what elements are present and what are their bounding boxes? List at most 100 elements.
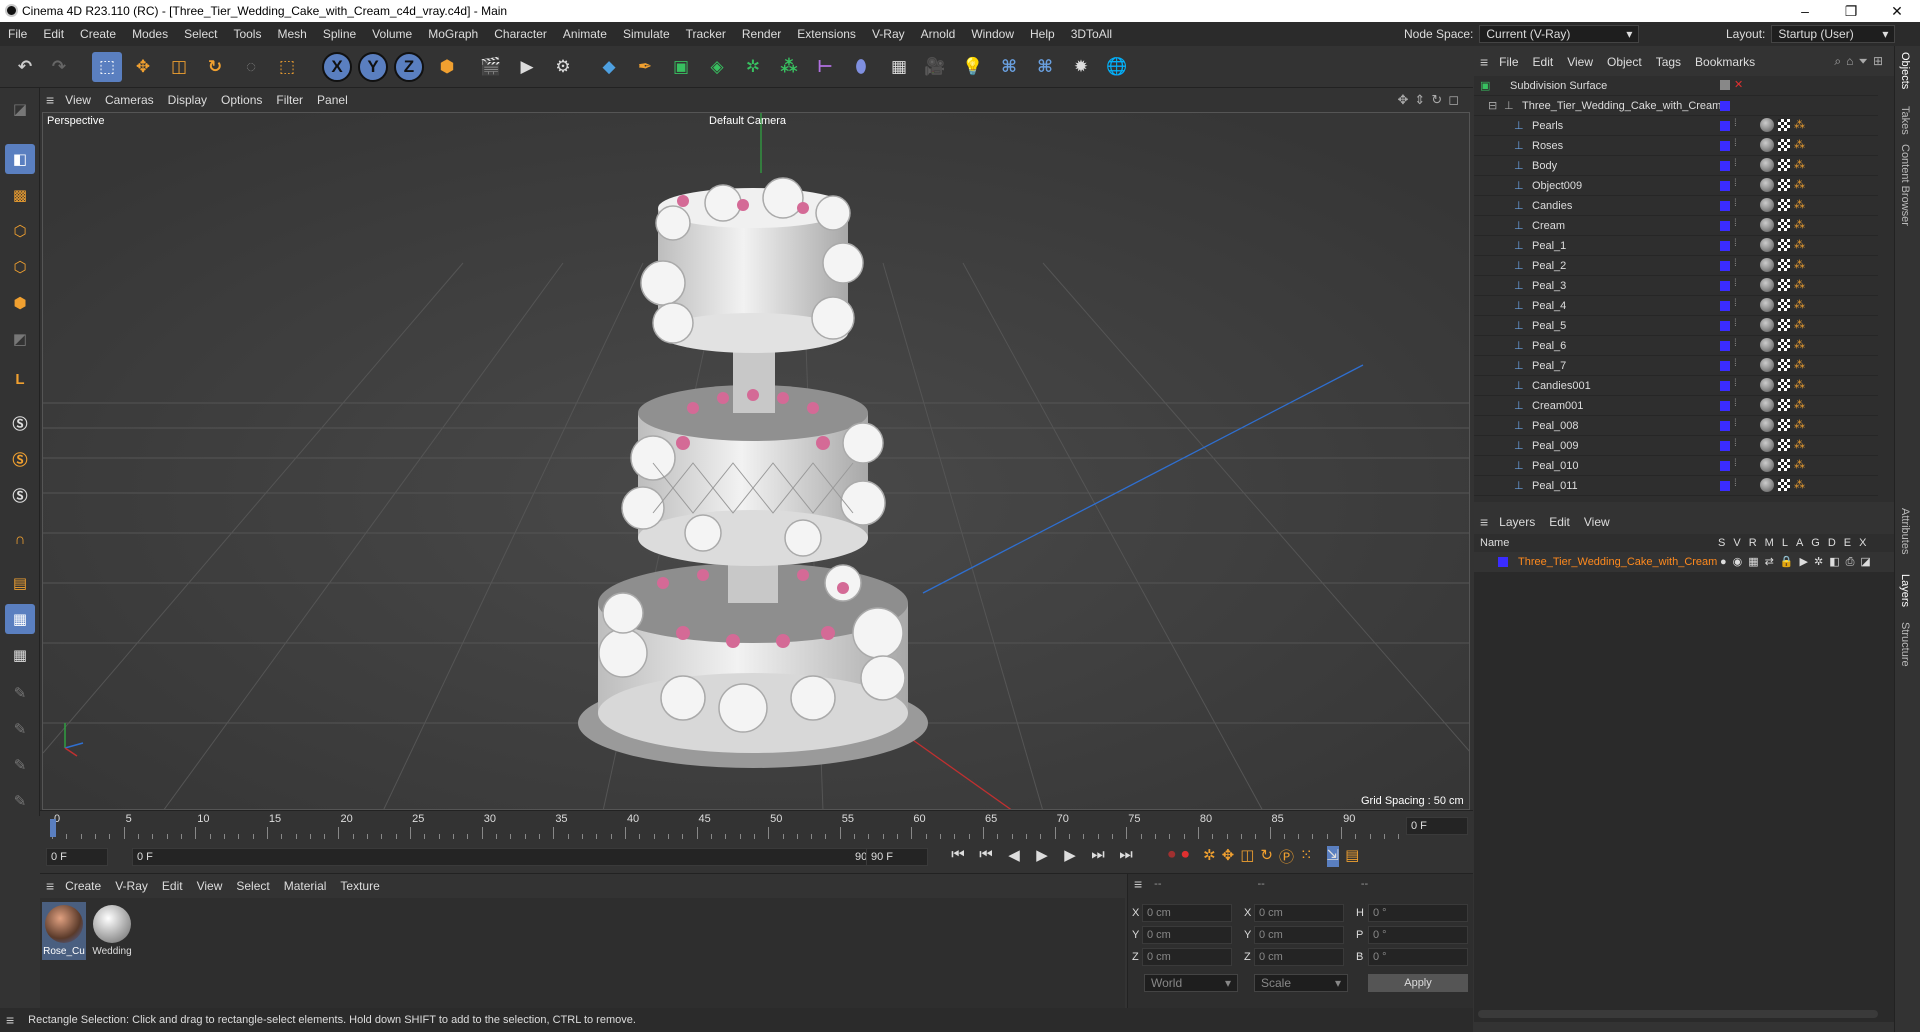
visibility-dots[interactable]: ⁞ (1734, 438, 1737, 449)
layer-menu-layers[interactable]: Layers (1492, 515, 1542, 529)
object-row[interactable]: ⊥ Peal_009 ⁞ ⁂ (1474, 436, 1878, 456)
next-frame-button[interactable]: ▶ (1058, 846, 1082, 864)
texture-tag-icon[interactable] (1778, 139, 1790, 151)
material-tag-icon[interactable] (1760, 158, 1774, 172)
object-row[interactable]: ⊥ Peal_1 ⁞ ⁂ (1474, 236, 1878, 256)
end-frame-field[interactable]: 90 F (866, 848, 928, 866)
layer-flag-header[interactable]: A (1796, 537, 1803, 549)
deformer-button[interactable]: ⊢ (810, 52, 840, 82)
material-tag-icon[interactable] (1760, 118, 1774, 132)
start-frame-field[interactable]: 0 F (46, 848, 108, 866)
layer-flag-icons[interactable]: ●◉▦⇄🔒▶✲◧⎙◪ (1720, 555, 1877, 569)
key-position-button[interactable]: ✥ (1222, 846, 1235, 867)
menu-render[interactable]: Render (734, 27, 789, 41)
object-row[interactable]: ⊥ Peal_6 ⁞ ⁂ (1474, 336, 1878, 356)
camera-button[interactable]: 🎥 (920, 52, 950, 82)
visibility-dots[interactable]: ⁞ (1734, 358, 1737, 369)
select-tool-button[interactable]: ⬚ (92, 52, 122, 82)
vray-tag-icon[interactable]: ⁂ (1794, 438, 1805, 451)
material-menu-select[interactable]: Select (229, 879, 276, 893)
menu-character[interactable]: Character (486, 27, 555, 41)
viewport-menu-cameras[interactable]: Cameras (98, 93, 161, 107)
vray-tag-icon[interactable]: ⁂ (1794, 278, 1805, 291)
menu-3dtoall[interactable]: 3DToAll (1063, 27, 1120, 41)
visibility-dots[interactable]: ⁞ (1734, 318, 1737, 329)
mograph-button[interactable]: ⁂ (774, 52, 804, 82)
menu-select[interactable]: Select (176, 27, 225, 41)
weight-button[interactable]: ✎ (5, 786, 35, 816)
python-script-button[interactable]: ⌘ (1030, 52, 1060, 82)
cloner-button[interactable]: ✲ (738, 52, 768, 82)
menu-tools[interactable]: Tools (225, 27, 269, 41)
menu-vray[interactable]: V-Ray (864, 27, 913, 41)
object-row[interactable]: ⊥ Cream ⁞ ⁂ (1474, 216, 1878, 236)
material-tag-icon[interactable] (1760, 358, 1774, 372)
vray-tag-icon[interactable]: ⁂ (1794, 238, 1805, 251)
viewport-menu-panel[interactable]: Panel (310, 93, 355, 107)
tab-layers[interactable]: Layers (1899, 574, 1911, 607)
menu-volume[interactable]: Volume (364, 27, 420, 41)
tab-takes[interactable]: Takes (1899, 106, 1911, 135)
layer-flag-header[interactable]: L (1782, 537, 1788, 549)
current-frame-field[interactable]: 0 F (1406, 817, 1468, 835)
vray-tag-icon[interactable]: ⁂ (1794, 478, 1805, 491)
material-tag-icon[interactable] (1760, 258, 1774, 272)
next-key-button[interactable]: ⏭ (1086, 846, 1110, 864)
key-scale-button[interactable]: ◫ (1240, 846, 1254, 867)
uv-mode-button[interactable]: ◩ (5, 324, 35, 354)
menu-animate[interactable]: Animate (555, 27, 615, 41)
menu-file[interactable]: File (0, 27, 35, 41)
object-row[interactable]: ⊥ Cream001 ⁞ ⁂ (1474, 396, 1878, 416)
coordinate-mode-dropdown[interactable]: World ▾ (1144, 974, 1238, 992)
sculpt-button[interactable]: ✎ (5, 714, 35, 744)
object-row[interactable]: ⊥ Peal_3 ⁞ ⁂ (1474, 276, 1878, 296)
visibility-dots[interactable]: ⁞ (1734, 238, 1737, 249)
object-row[interactable]: ⊥ Peal_008 ⁞ ⁂ (1474, 416, 1878, 436)
texture-tag-icon[interactable] (1778, 239, 1790, 251)
vray-tag-icon[interactable]: ⁂ (1794, 298, 1805, 311)
pos-x-field[interactable]: 0 cm (1142, 904, 1232, 922)
material-tag-icon[interactable] (1760, 238, 1774, 252)
locked-workplane-button[interactable]: ▦ (5, 640, 35, 670)
texture-tag-icon[interactable] (1778, 399, 1790, 411)
object-menu-edit[interactable]: Edit (1526, 55, 1561, 69)
frame-range-slider[interactable]: 0 F 90 F (132, 848, 884, 866)
texture-tag-icon[interactable] (1778, 259, 1790, 271)
key-parameter-button[interactable]: Ⓟ (1279, 846, 1294, 867)
texture-tag-icon[interactable] (1778, 219, 1790, 231)
texture-tag-icon[interactable] (1778, 319, 1790, 331)
vray-tag-icon[interactable]: ⁂ (1794, 178, 1805, 191)
hamburger-icon[interactable]: ≡ (46, 878, 54, 894)
material-swatch-wedding[interactable]: Wedding (90, 902, 134, 960)
layout-dropdown[interactable]: Startup (User) ▾ (1771, 25, 1896, 43)
menu-mograph[interactable]: MoGraph (420, 27, 486, 41)
enabled-toggle-icon[interactable]: ✕ (1734, 78, 1743, 91)
record-button[interactable]: ⏺ (1168, 846, 1176, 867)
layer-flag-header[interactable]: E (1844, 537, 1851, 549)
object-manager-tool-icons[interactable]: ⌕⌂⏷⊞ (1834, 54, 1888, 69)
vray-tag-icon[interactable]: ⁂ (1794, 418, 1805, 431)
scale-tool-button[interactable]: ◫ (164, 52, 194, 82)
light-button[interactable]: 💡 (958, 52, 988, 82)
python-generator-button[interactable]: ⌘ (994, 52, 1024, 82)
vray-settings-button[interactable]: ✹ (1066, 52, 1096, 82)
viewport-menu-options[interactable]: Options (214, 93, 269, 107)
camera-label[interactable]: Default Camera (709, 115, 786, 127)
object-row[interactable]: ⊥ Candies001 ⁞ ⁂ (1474, 376, 1878, 396)
visibility-dots[interactable]: ⁞ (1734, 258, 1737, 269)
autokey-button[interactable]: ⏺ (1182, 846, 1190, 867)
material-tag-icon[interactable] (1760, 338, 1774, 352)
model-mode-button[interactable]: ◧ (5, 144, 35, 174)
visibility-dots[interactable]: ⁞ (1734, 458, 1737, 469)
vray-tag-icon[interactable]: ⁂ (1794, 318, 1805, 331)
hamburger-icon[interactable]: ≡ (1480, 54, 1488, 70)
spline-pen-button[interactable]: ✒ (630, 52, 660, 82)
field-button[interactable]: ⬮ (846, 52, 876, 82)
render-to-picture-viewer-button[interactable]: ▶ (512, 52, 542, 82)
texture-tag-icon[interactable] (1778, 339, 1790, 351)
layer-flag-header[interactable]: M (1765, 537, 1774, 549)
texture-tag-icon[interactable] (1778, 179, 1790, 191)
cube-object-button[interactable]: ◆ (594, 52, 624, 82)
render-region-button[interactable]: 🎬 (476, 52, 506, 82)
go-to-end-button[interactable]: ⏭ (1114, 846, 1138, 864)
